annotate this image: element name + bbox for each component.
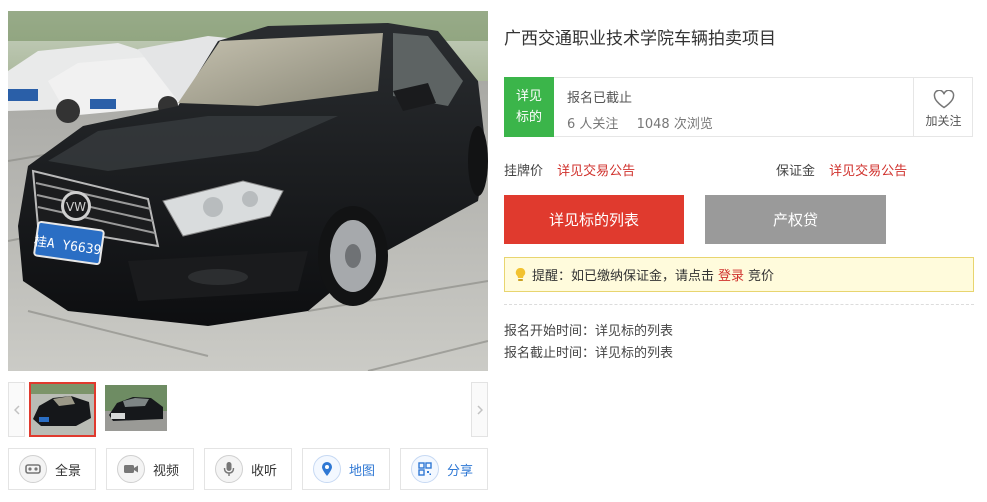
map-button[interactable]: 地图 <box>302 448 390 490</box>
chevron-left-icon <box>13 404 20 415</box>
heart-icon <box>933 90 954 109</box>
chevron-right-icon <box>476 404 483 415</box>
thumbnail-2[interactable] <box>105 385 167 431</box>
video-camera-icon <box>117 455 145 483</box>
thumbnail-next-button[interactable] <box>471 382 488 437</box>
property-loan-button[interactable]: 产权贷 <box>705 195 886 244</box>
thumbnail-1-selected[interactable] <box>29 382 96 437</box>
status-tag-line2: 标的 <box>515 110 542 125</box>
status-box: 详见 标的 报名已截止 6 人关注 1048 次浏览 加关注 <box>504 77 973 137</box>
follow-count-label: 人关注 <box>579 117 619 132</box>
registration-start-time: 报名开始时间：详见标的列表 <box>504 324 674 339</box>
divider <box>504 304 974 305</box>
thumbnail-prev-button[interactable] <box>8 382 25 437</box>
media-tool-row: 全景 视频 收听 地图 分享 <box>8 448 488 490</box>
listing-price-row: 挂牌价 详见交易公告 <box>504 160 635 179</box>
stats-line: 6 人关注 1048 次浏览 <box>567 113 713 132</box>
follow-button[interactable]: 加关注 <box>913 77 973 137</box>
video-button[interactable]: 视频 <box>106 448 194 490</box>
listing-price-label: 挂牌价 <box>504 164 544 179</box>
lightbulb-icon <box>515 267 526 282</box>
deposit-value[interactable]: 详见交易公告 <box>829 164 907 179</box>
view-count-label: 次浏览 <box>673 117 713 132</box>
login-link[interactable]: 登录 <box>718 265 744 284</box>
reminder-text: 提醒：如已缴纳保证金，请点击 <box>532 269 715 284</box>
svg-text:VW: VW <box>66 200 86 214</box>
panorama-button[interactable]: 全景 <box>8 448 96 490</box>
follow-button-label: 加关注 <box>925 114 962 128</box>
qr-code-icon <box>411 455 439 483</box>
follow-count: 6 <box>567 117 576 132</box>
listen-label: 收听 <box>251 463 278 479</box>
status-tag: 详见 标的 <box>504 77 554 137</box>
listing-price-value[interactable]: 详见交易公告 <box>557 164 635 179</box>
deposit-label: 保证金 <box>776 164 816 179</box>
view-count: 1048 <box>636 117 670 132</box>
registration-end-time: 报名截止时间：详见标的列表 <box>504 346 674 361</box>
listen-button[interactable]: 收听 <box>204 448 292 490</box>
video-label: 视频 <box>153 463 180 479</box>
view-items-list-button[interactable]: 详见标的列表 <box>504 195 684 244</box>
map-label: 地图 <box>349 463 376 479</box>
share-label: 分享 <box>447 463 474 479</box>
map-pin-icon <box>313 455 341 483</box>
main-vehicle-photo[interactable]: VW 桂A Y6639 <box>8 11 488 371</box>
reminder-box: 提醒：如已缴纳保证金，请点击 登录 竞价 <box>504 257 974 292</box>
registration-status: 报名已截止 <box>567 91 633 106</box>
thumbnail-strip <box>8 382 488 437</box>
reminder-text-tail: 竞价 <box>748 269 775 284</box>
vr-glasses-icon <box>19 455 47 483</box>
status-tag-line1: 详见 <box>515 89 542 104</box>
share-button[interactable]: 分享 <box>400 448 488 490</box>
project-title: 广西交通职业技术学院车辆拍卖项目 <box>504 29 776 49</box>
panorama-label: 全景 <box>55 463 82 479</box>
deposit-row: 保证金 详见交易公告 <box>776 160 907 179</box>
microphone-icon <box>215 455 243 483</box>
